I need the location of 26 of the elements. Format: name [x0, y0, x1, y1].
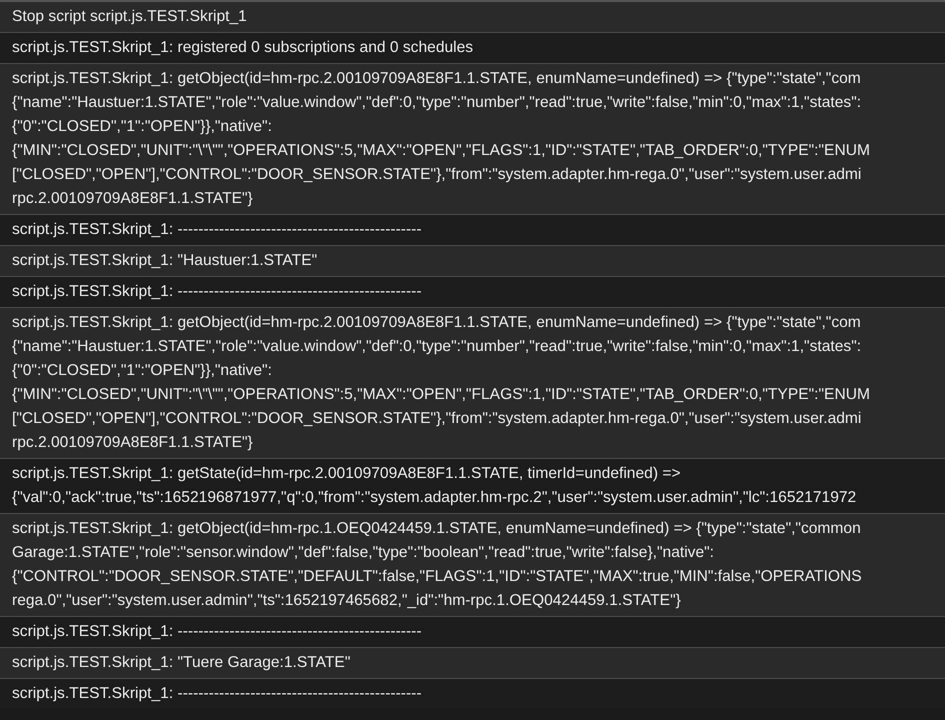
log-line: ["CLOSED","OPEN"],"CONTROL":"DOOR_SENSOR.STATE"},"from":"system.adapter.hm-rega.0","user":"system.user.admi	[12, 409, 862, 429]
log-line: {"MIN":"CLOSED","UNIT":"\"\"","OPERATIONS":5,"MAX":"OPEN","FLAGS":1,"ID":"STATE","TAB_ORDER":0,"TYPE":"ENUM	[12, 141, 870, 161]
log-line: {"name":"Haustuer:1.STATE","role":"value.window","def":0,"type":"number","read":true,"write":false,"min":0,"max":1,"states":	[12, 93, 862, 113]
log-line: {"0":"CLOSED","1":"OPEN"}},"native":	[12, 117, 272, 137]
log-line: ["CLOSED","OPEN"],"CONTROL":"DOOR_SENSOR.STATE"},"from":"system.adapter.hm-rega.0","user":"system.user.admi	[12, 165, 862, 185]
log-line: script.js.TEST.Skript_1: getObject(id=hm-rpc.1.OEQ0424459.1.STATE, enumName=undefined) => {"type":"state","common	[12, 519, 861, 539]
log-line: rega.0","user":"system.user.admin","ts":1652197465682,"_id":"hm-rpc.1.OEQ0424459.1.STATE"}	[12, 591, 681, 611]
log-line: script.js.TEST.Skript_1: registered 0 subscriptions and 0 schedules	[12, 38, 474, 58]
log-line: script.js.TEST.Skript_1: -----------------------------------------------	[12, 282, 422, 302]
log-line: {"0":"CLOSED","1":"OPEN"}},"native":	[12, 361, 272, 381]
log-line: rpc.2.00109709A8E8F1.1.STATE"}	[12, 189, 253, 209]
log-line: script.js.TEST.Skript_1: "Tuere Garage:1.STATE"	[12, 653, 350, 673]
log-line: Garage:1.STATE","role":"sensor.window","def":false,"type":"boolean","read":true,"write":false},"native":	[12, 543, 714, 563]
log-line: script.js.TEST.Skript_1: -----------------------------------------------	[12, 622, 422, 642]
log-line: Stop script script.js.TEST.Skript_1	[12, 7, 247, 27]
log-line: {"name":"Haustuer:1.STATE","role":"value.window","def":0,"type":"number","read":true,"write":false,"min":0,"max":1,"states":	[12, 337, 862, 357]
log-line: script.js.TEST.Skript_1: -----------------------------------------------	[12, 684, 422, 704]
log-line: rpc.2.00109709A8E8F1.1.STATE"}	[12, 433, 253, 453]
log-line: script.js.TEST.Skript_1: -----------------------------------------------	[12, 220, 422, 240]
log-line: script.js.TEST.Skript_1: "Haustuer:1.STATE"	[12, 251, 318, 271]
log-line: script.js.TEST.Skript_1: getObject(id=hm-rpc.2.00109709A8E8F1.1.STATE, enumName=undefined) => {"type":"state","com	[12, 69, 861, 89]
log-line: {"val":0,"ack":true,"ts":1652196871977,"q":0,"from":"system.adapter.hm-rpc.2","user":"system.user.admin","lc":1652171972	[12, 488, 856, 508]
log-line: {"MIN":"CLOSED","UNIT":"\"\"","OPERATIONS":5,"MAX":"OPEN","FLAGS":1,"ID":"STATE","TAB_ORDER":0,"TYPE":"ENUM	[12, 385, 870, 405]
log-line: script.js.TEST.Skript_1: getObject(id=hm-rpc.2.00109709A8E8F1.1.STATE, enumName=undefined) => {"type":"state","com	[12, 313, 861, 333]
log-line: {"CONTROL":"DOOR_SENSOR.STATE","DEFAULT":false,"FLAGS":1,"ID":"STATE","MAX":true,"MIN":false,"OPERATIONS	[12, 567, 862, 587]
log-line: script.js.TEST.Skript_1: getState(id=hm-rpc.2.00109709A8E8F1.1.STATE, timerId=undefined) =>	[12, 464, 681, 484]
